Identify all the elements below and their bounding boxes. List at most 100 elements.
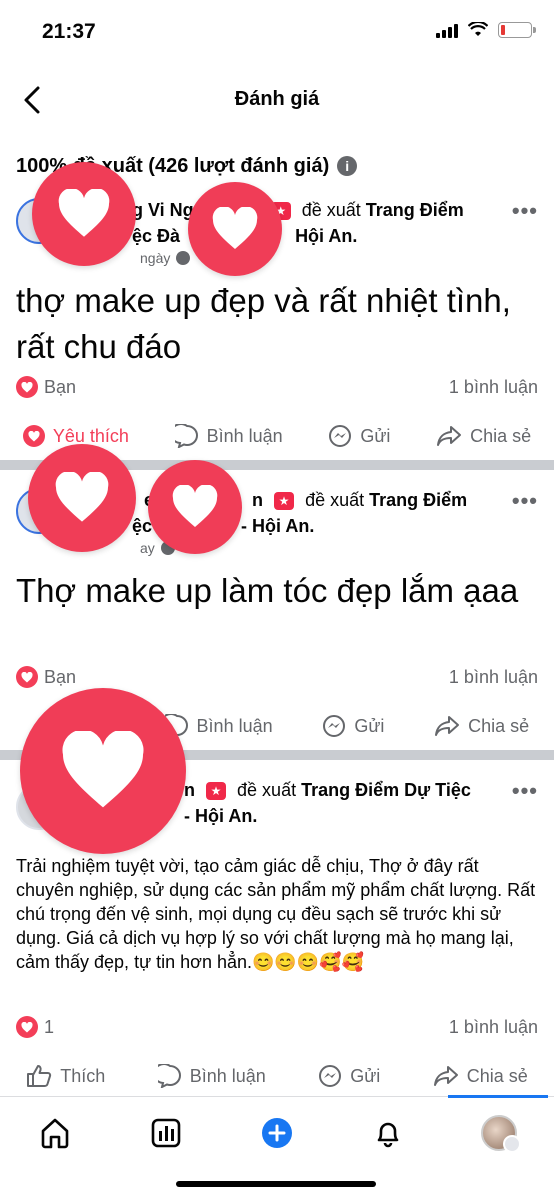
- comment-button[interactable]: Bình luận: [157, 1064, 266, 1088]
- page-name-part[interactable]: - Hội An.: [184, 806, 257, 826]
- like-button-label: Thích: [60, 1065, 106, 1086]
- bell-icon: [377, 1122, 399, 1148]
- status-bar: 21:37: [0, 0, 554, 62]
- recommend-text: đề xuất: [301, 200, 361, 220]
- home-icon: [42, 1118, 69, 1149]
- post-time: ay: [140, 540, 155, 556]
- love-button-label: Yêu thích: [52, 425, 129, 446]
- comment-count[interactable]: 1 bình luận: [449, 377, 538, 398]
- header: Đánh giá: [0, 70, 554, 130]
- nav-profile[interactable]: [477, 1111, 521, 1155]
- send-button-label: Gửi: [360, 425, 391, 446]
- signal-icon: [436, 22, 458, 38]
- messenger-icon: [329, 425, 352, 447]
- love-reaction-icon: [16, 376, 38, 398]
- post-body: thợ make up đẹp và rất nhiệt tình, rất c…: [16, 282, 511, 365]
- reaction-count: 1: [44, 1016, 55, 1037]
- post-body: Thợ make up làm tóc đẹp lắm ạaa: [16, 572, 519, 609]
- love-reaction-icon: [16, 666, 38, 688]
- reaction-summary[interactable]: Bạn: [16, 376, 76, 398]
- share-button-label: Chia sẻ: [468, 715, 530, 736]
- recommend-badge-icon: ★: [206, 782, 227, 801]
- page-name-part[interactable]: ệc Đà: [132, 226, 180, 246]
- comment-count[interactable]: 1 bình luận: [449, 667, 538, 688]
- post-author-line: en n ★ đề xuất Trang Điểm: [74, 488, 504, 512]
- home-indicator: [176, 1181, 376, 1187]
- comment-button[interactable]: Bình luận: [174, 424, 283, 448]
- author-name[interactable]: n: [184, 780, 195, 800]
- post-author-line: g Vi Ng ★ đề xuất Trang Điểm: [74, 198, 504, 222]
- wifi-icon: [468, 22, 488, 36]
- page-name-part[interactable]: - Hội An.: [241, 516, 314, 536]
- heart-sticker-icon: [20, 688, 186, 854]
- author-name[interactable]: g Vi Ng: [132, 200, 194, 220]
- like-button[interactable]: Thích: [26, 1064, 105, 1088]
- recommend-text: đề xuất: [237, 780, 297, 800]
- reaction-label: Bạn: [44, 666, 77, 687]
- messenger-icon: [319, 1065, 342, 1087]
- reaction-row: 1 1 bình luận: [16, 1012, 538, 1042]
- status-icons: [436, 22, 536, 38]
- page-name[interactable]: Trang Điểm: [369, 490, 467, 510]
- page-name-line2: ệc Đà Hội An.: [74, 224, 504, 248]
- status-time: 21:37: [42, 20, 96, 43]
- active-tab-indicator: [448, 1095, 548, 1098]
- send-button-label: Gửi: [350, 1065, 381, 1086]
- messenger-icon: [323, 715, 346, 737]
- reaction-row: Bạn 1 bình luận: [16, 372, 538, 402]
- reaction-summary[interactable]: Bạn: [16, 666, 76, 688]
- dashboard-icon: [151, 1118, 181, 1148]
- comment-count[interactable]: 1 bình luận: [449, 1017, 538, 1038]
- reaction-label: Bạn: [44, 376, 77, 397]
- share-icon: [437, 426, 462, 446]
- love-reaction-icon: [16, 1016, 38, 1038]
- nav-notifications[interactable]: [366, 1111, 410, 1155]
- comment-button[interactable]: Bình luận: [164, 714, 273, 738]
- profile-avatar: [480, 1115, 521, 1153]
- more-options-button[interactable]: •••: [512, 198, 538, 224]
- page-name[interactable]: Trang Điểm: [366, 200, 464, 220]
- post-time: ngày: [140, 250, 171, 266]
- info-icon[interactable]: i: [337, 156, 358, 176]
- heart-sticker-icon: [148, 460, 242, 554]
- page-name-part[interactable]: Hội An.: [295, 226, 357, 246]
- bottom-navigation: [0, 1095, 554, 1200]
- comment-icon: [157, 1064, 181, 1088]
- nav-create[interactable]: [255, 1111, 299, 1155]
- share-button-label: Chia sẻ: [470, 425, 532, 446]
- share-button[interactable]: Chia sẻ: [433, 1064, 528, 1088]
- heart-sticker-icon: [32, 162, 136, 266]
- share-icon: [433, 1066, 458, 1086]
- send-button[interactable]: Gửi: [322, 714, 384, 738]
- nav-home[interactable]: [33, 1111, 77, 1155]
- share-button[interactable]: Chia sẻ: [436, 424, 531, 448]
- recommend-badge-icon: ★: [274, 492, 295, 511]
- reaction-summary[interactable]: 1: [16, 1016, 54, 1038]
- comment-icon: [174, 424, 198, 448]
- post-body: Trải nghiệm tuyệt vời, tạo cảm giác dễ c…: [16, 856, 536, 972]
- send-button-label: Gửi: [354, 715, 385, 736]
- comment-button-label: Bình luận: [206, 425, 283, 446]
- share-icon: [435, 716, 460, 736]
- action-row: Thích Bình luận Gửi Chia sẻ: [0, 1056, 554, 1096]
- page-name-line2: ệc - Hội An.: [74, 514, 504, 538]
- page-name[interactable]: Trang Điểm Dự Tiệc: [301, 780, 471, 800]
- more-options-button[interactable]: •••: [512, 778, 538, 804]
- heart-sticker-icon: [188, 182, 282, 276]
- heart-sticker-icon: [28, 444, 136, 552]
- comment-button-label: Bình luận: [189, 1065, 266, 1086]
- comment-button-label: Bình luận: [196, 715, 273, 736]
- author-name[interactable]: n: [252, 490, 263, 510]
- share-button-label: Chia sẻ: [466, 1065, 528, 1086]
- battery-icon: [498, 22, 536, 38]
- more-options-button[interactable]: •••: [512, 488, 538, 514]
- thumbs-up-icon: [27, 1065, 52, 1087]
- send-button[interactable]: Gửi: [328, 424, 390, 448]
- love-icon: [22, 425, 45, 447]
- globe-icon: [176, 251, 191, 265]
- page-title: Đánh giá: [234, 88, 320, 110]
- nav-dashboard[interactable]: [144, 1111, 188, 1155]
- share-button[interactable]: Chia sẻ: [434, 714, 529, 738]
- send-button[interactable]: Gửi: [318, 1064, 380, 1088]
- recommend-text: đề xuất: [305, 490, 365, 510]
